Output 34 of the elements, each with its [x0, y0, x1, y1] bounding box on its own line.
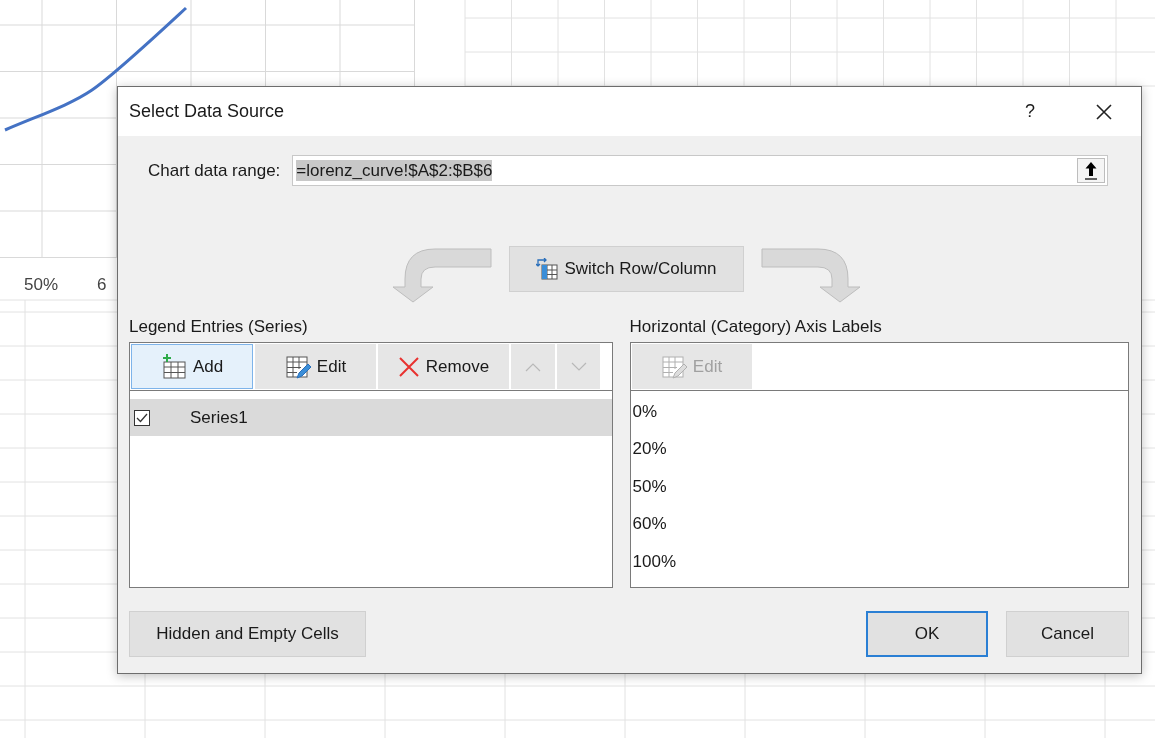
help-button[interactable]: ? — [1015, 101, 1045, 122]
add-button[interactable]: Add — [131, 344, 253, 389]
section-heading: Legend Entries (Series) — [129, 317, 309, 338]
axis-label: 50% — [24, 275, 59, 295]
remove-button[interactable]: Remove — [378, 344, 509, 389]
axis-label-item: 100% — [631, 550, 677, 573]
series-name: Series1 — [190, 407, 248, 428]
edit-button[interactable]: Edit — [255, 344, 376, 389]
data-range-field[interactable]: =lorenz_curve!$A$2:$B$6 — [292, 155, 1109, 186]
checkmark-icon — [136, 412, 148, 423]
remove-x-icon — [397, 355, 420, 378]
axis-label-item: 0% — [631, 400, 659, 423]
add-table-icon — [160, 353, 187, 380]
hidden-empty-cells-button[interactable]: Hidden and Empty Cells — [129, 611, 366, 657]
axis-label-item: 60% — [631, 513, 668, 536]
chevron-down-icon — [570, 361, 587, 372]
arrow-up-icon — [1084, 161, 1099, 180]
close-icon[interactable] — [1095, 102, 1113, 121]
edit-table-icon — [284, 353, 311, 380]
axis-label-item: 50% — [631, 475, 668, 498]
chevron-up-icon — [525, 361, 541, 372]
collapse-button[interactable] — [1077, 158, 1106, 183]
axis-label-item: 20% — [631, 438, 668, 461]
cancel-button[interactable]: Cancel — [1006, 611, 1129, 657]
switch-row-column-button[interactable]: Switch Row/Column — [509, 246, 744, 292]
ok-button[interactable]: OK — [866, 611, 988, 657]
series-row[interactable]: Series1 — [130, 399, 612, 436]
switch-table-icon — [536, 258, 559, 280]
edit-table-icon — [660, 353, 687, 380]
checkbox[interactable] — [134, 409, 150, 426]
dialog-title: Select Data Source — [129, 101, 286, 122]
section-heading: Horizontal (Category) Axis Labels — [629, 317, 883, 338]
axis-label: 6 — [97, 275, 107, 295]
field-label: Chart data range: — [148, 160, 281, 181]
